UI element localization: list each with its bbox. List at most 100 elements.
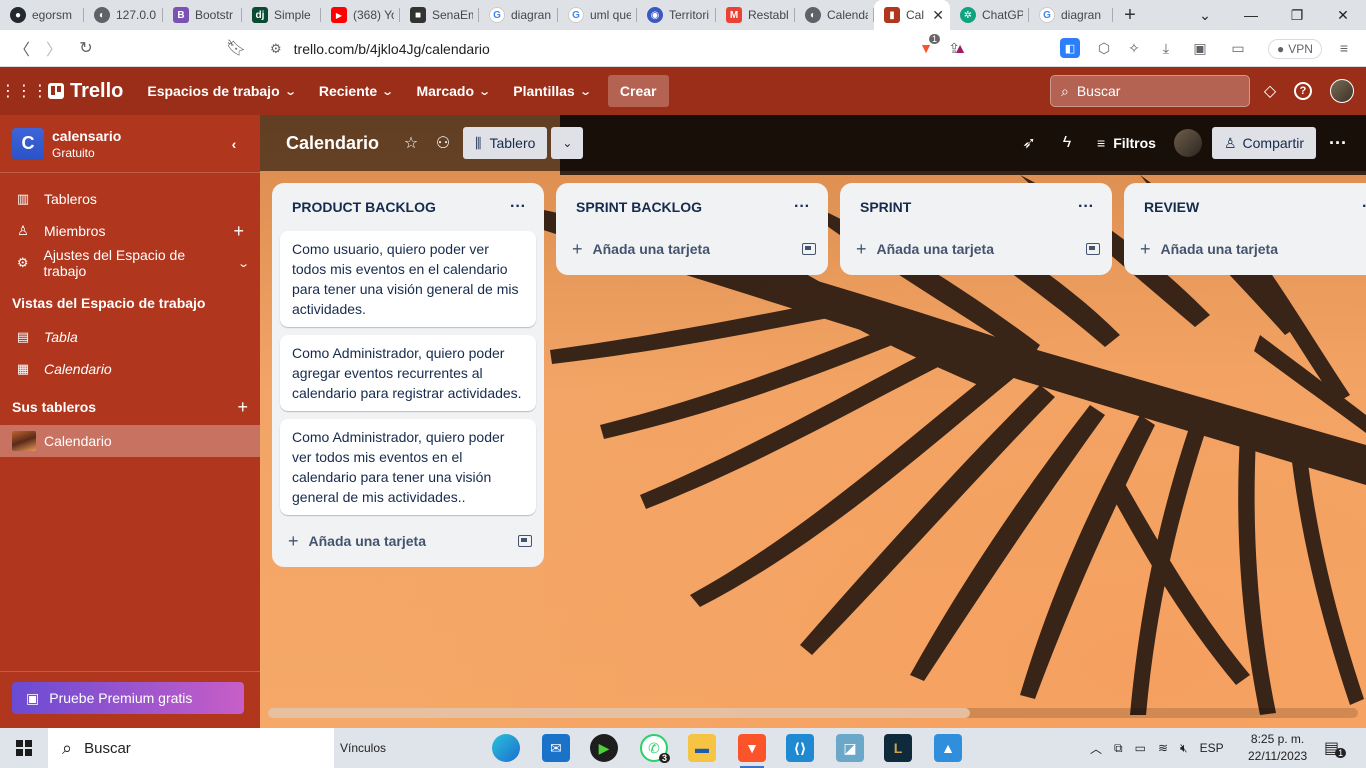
card-template-icon[interactable] (1086, 243, 1100, 255)
download-icon[interactable]: ⤓ (1154, 36, 1178, 60)
notifications-icon[interactable]: ◇ (1258, 79, 1282, 103)
browser-tab[interactable]: ● egorsm (0, 0, 84, 30)
forward-button[interactable]: 〉 (38, 32, 70, 64)
app-switcher-icon[interactable]: ⋮⋮⋮ (0, 67, 48, 115)
filters-button[interactable]: ≡ Filtros (1089, 135, 1164, 151)
back-button[interactable]: 〈 (6, 32, 38, 64)
menu-starred[interactable]: Marcado ⌄ (404, 75, 501, 107)
premium-trial-button[interactable]: ▣ Pruebe Premium gratis (12, 682, 244, 714)
sidebar-item-calendar-view[interactable]: ▦ Calendario (0, 353, 260, 385)
list-title[interactable]: SPRINT BACKLOG (576, 199, 702, 215)
automation-icon[interactable]: ϟ (1051, 127, 1083, 159)
browser-tab[interactable]: B Bootstr (163, 0, 242, 30)
notification-center-icon[interactable]: ▤ 1 (1324, 728, 1347, 768)
search-input[interactable]: ⌕ Buscar (1050, 75, 1250, 107)
list-header[interactable]: PRODUCT BACKLOG ··· (272, 183, 544, 231)
collapse-sidebar-icon[interactable]: ‹ (220, 130, 248, 158)
menu-recent[interactable]: Reciente ⌄ (307, 75, 405, 107)
workspace-logo[interactable]: C (12, 127, 44, 160)
list-header[interactable]: SPRINT BACKLOG ··· (556, 183, 828, 231)
league-of-legends-icon[interactable]: L (884, 734, 912, 762)
site-settings-icon[interactable]: ⚙ (270, 41, 282, 57)
new-tab-button[interactable]: + (1113, 0, 1147, 30)
star-icon[interactable]: ☆ (395, 127, 427, 159)
wallet-extension-icon[interactable]: ⬡ (1092, 36, 1116, 60)
add-board-icon[interactable]: + (237, 397, 248, 418)
browser-tab[interactable]: dj Simple (242, 0, 321, 30)
vpn-button[interactable]: ● VPN (1268, 39, 1322, 59)
whatsapp-icon[interactable]: ✆ 3 (640, 734, 670, 763)
trello-logo[interactable]: Trello (48, 80, 123, 103)
add-card-button[interactable]: + Añada una tarjeta (840, 231, 1112, 267)
bookmark-icon[interactable]: 🔖︎ (220, 32, 252, 64)
browser-tab[interactable]: M Restabl (716, 0, 795, 30)
browser-tab[interactable]: ◉ Territori (637, 0, 716, 30)
brave-shield-icon[interactable]: ▼ 1 (914, 34, 940, 60)
workspace-name[interactable]: calensario (52, 128, 121, 144)
card[interactable]: Como usuario, quiero poder ver todos mis… (280, 231, 536, 327)
power-ups-icon[interactable]: ➶ (1013, 127, 1045, 159)
list-menu-icon[interactable]: ··· (504, 193, 532, 221)
sidebar-item-members[interactable]: ♙ Miembros + (0, 215, 260, 247)
list-title[interactable]: REVIEW (1144, 199, 1199, 215)
browser-tab[interactable]: ▶ (368) Yo (321, 0, 400, 30)
sidebar-item-table-view[interactable]: ▤ Tabla (0, 321, 260, 353)
card-template-icon[interactable] (802, 243, 816, 255)
menu-workspaces[interactable]: Espacios de trabajo ⌄ (135, 75, 307, 107)
list-menu-icon[interactable]: ··· (788, 193, 816, 221)
links-toolbar[interactable]: Vínculos (340, 741, 386, 755)
browser-tab[interactable]: ◐ 127.0.0. (84, 0, 163, 30)
sidebar-toggle-icon[interactable]: ▣ (1188, 36, 1212, 60)
browser-tab-active[interactable]: ▮ Cal ✕ (874, 0, 950, 30)
vscode-icon[interactable]: ⟨⟩ (786, 734, 814, 762)
menu-templates[interactable]: Plantillas ⌄ (501, 75, 602, 107)
chevron-up-icon[interactable]: ︿ (1090, 740, 1102, 757)
help-icon[interactable]: ? (1294, 82, 1312, 100)
wifi-icon[interactable]: ≋ (1158, 741, 1168, 755)
close-window-button[interactable]: ✕ (1320, 0, 1366, 30)
browser-tab[interactable]: G diagran (1029, 0, 1113, 30)
reload-button[interactable]: ↻ (70, 32, 102, 64)
avatar[interactable] (1330, 79, 1354, 103)
horizontal-scrollbar[interactable] (268, 708, 1358, 718)
create-button[interactable]: Crear (607, 75, 669, 107)
clock[interactable]: 8:25 p. m. 22/11/2023 (1248, 731, 1307, 765)
address-bar[interactable]: ⚙ trello.com/b/4jklo4Jg/calendario ⇪ (258, 34, 978, 63)
battery-icon[interactable]: ▭ (1135, 741, 1146, 755)
browser-tab[interactable]: ✲ ChatGP (950, 0, 1029, 30)
chevron-down-icon[interactable]: ⌄ (551, 127, 584, 159)
tab-search-icon[interactable]: ⌄ (1182, 0, 1228, 30)
list-header[interactable]: REVIEW ··· (1124, 183, 1366, 231)
scrollbar-thumb[interactable] (268, 708, 970, 718)
card[interactable]: Como Administrador, quiero poder ver tod… (280, 419, 536, 515)
app-icon[interactable]: ◪ (836, 734, 864, 762)
list-menu-icon[interactable]: ··· (1356, 193, 1366, 221)
extensions-icon[interactable]: ✧ (1122, 36, 1146, 60)
browser-tab[interactable]: G diagran (479, 0, 558, 30)
brave-rewards-icon[interactable]: ▲ (948, 36, 972, 60)
member-avatar[interactable] (1173, 129, 1202, 157)
board-title[interactable]: Calendario (286, 133, 379, 154)
add-card-button[interactable]: + Añada una tarjeta (272, 523, 544, 559)
brave-browser-icon[interactable]: ▼ (738, 734, 766, 768)
edge-icon[interactable] (492, 734, 520, 762)
taskbar-search[interactable]: ⌕ Buscar (48, 728, 334, 768)
volume-icon[interactable]: 🔇︎ (1180, 741, 1188, 756)
list-title[interactable]: PRODUCT BACKLOG (292, 199, 436, 215)
sidebar-item-settings[interactable]: ⚙ Ajustes del Espacio de trabajo ⌄ (0, 247, 260, 279)
wallet-icon[interactable]: ▭ (1226, 36, 1250, 60)
tray-app-icon[interactable]: ⧉ (1114, 741, 1123, 756)
mail-icon[interactable]: ✉ (542, 734, 570, 762)
browser-tab[interactable]: ◐ Calenda (795, 0, 874, 30)
menu-icon[interactable]: ≡ (1332, 36, 1356, 60)
view-switcher-button[interactable]: ⫼ Tablero (463, 127, 548, 159)
list-menu-icon[interactable]: ··· (1072, 193, 1100, 221)
add-card-button[interactable]: + Añada una tarjeta (556, 231, 828, 267)
add-card-button[interactable]: + Añada una tarjeta (1124, 231, 1366, 267)
close-tab-icon[interactable]: ✕ (932, 7, 944, 24)
extension-active-icon[interactable]: ◧ (1060, 38, 1080, 58)
minimize-button[interactable]: — (1228, 0, 1274, 30)
browser-tab[interactable]: ■ SenaEm (400, 0, 479, 30)
language-indicator[interactable]: ESP (1200, 741, 1224, 755)
list-title[interactable]: SPRINT (860, 199, 911, 215)
